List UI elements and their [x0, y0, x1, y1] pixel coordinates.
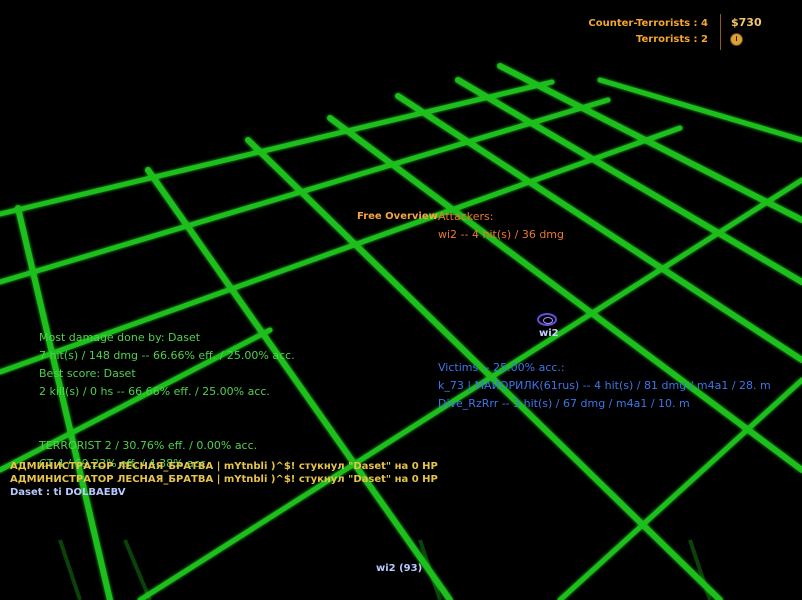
- timer-icon: [730, 33, 743, 46]
- chat-log: АДМИНИСТРАТОР ЛЕСНАЯ_БРАТВА | mYtnbli )^…: [10, 460, 438, 499]
- stats-line: 7 hit(s) / 148 dmg -- 66.66% eff. / 25.0…: [39, 349, 295, 362]
- grid-line: [15, 205, 113, 600]
- victims-header: Victims -- 25.00% acc.:: [438, 361, 565, 374]
- spectator-target: wi2 (93): [376, 563, 423, 574]
- attackers-report: Attackers: wi2 -- 4 hit(s) / 36 dmg: [438, 208, 564, 244]
- counter-terrorists-score: Counter-Terrorists : 4: [588, 18, 708, 29]
- victim-line: k_73 | МАЙОРИЛК(61rus) -- 4 hit(s) / 81 …: [438, 379, 771, 392]
- chat-message: АДМИНИСТРАТОР ЛЕСНАЯ_БРАТВА | mYtnbli )^…: [10, 474, 438, 485]
- hud-divider: [720, 14, 721, 50]
- grid-reflection-line: [123, 539, 152, 600]
- victim-line: Dive_RzRrr -- 3 hit(s) / 67 dmg / m4a1 /…: [438, 397, 690, 410]
- victims-report: Victims -- 25.00% acc.: k_73 | МАЙОРИЛК(…: [438, 359, 771, 413]
- player-marker-icon[interactable]: [537, 313, 557, 326]
- stats-line: 2 kill(s) / 0 hs -- 66.66% eff. / 25.00%…: [39, 385, 270, 398]
- team-score: Counter-Terrorists : 4 Terrorists : 2: [588, 16, 708, 48]
- terrorists-score: Terrorists : 2: [636, 34, 708, 45]
- team-stats-line: TERRORIST 2 / 30.76% eff. / 0.00% acc.: [39, 439, 258, 452]
- stats-line: Most damage done by: Daset: [39, 331, 201, 344]
- attacker-line: wi2 -- 4 hit(s) / 36 dmg: [438, 228, 565, 241]
- attackers-header: Attackers:: [438, 210, 494, 223]
- round-stats: Most damage done by: Daset 7 hit(s) / 14…: [39, 329, 295, 401]
- grid-line: [0, 79, 555, 217]
- grid-line: [557, 377, 802, 600]
- spectator-mode: Free Overview: [357, 211, 438, 222]
- money-display: $730: [731, 16, 762, 29]
- chat-message: АДМИНИСТРАТОР ЛЕСНАЯ_БРАТВА | mYtnbli )^…: [10, 461, 438, 472]
- chat-message: Daset : ti DOLBAEBV: [10, 487, 126, 498]
- grid-line: [497, 63, 802, 223]
- grid-reflection-line: [58, 539, 82, 600]
- overview-grid: [0, 63, 802, 600]
- player-name-label: wi2: [539, 328, 559, 339]
- stats-line: Best score: Daset: [39, 367, 136, 380]
- grid-reflection-line: [418, 539, 442, 600]
